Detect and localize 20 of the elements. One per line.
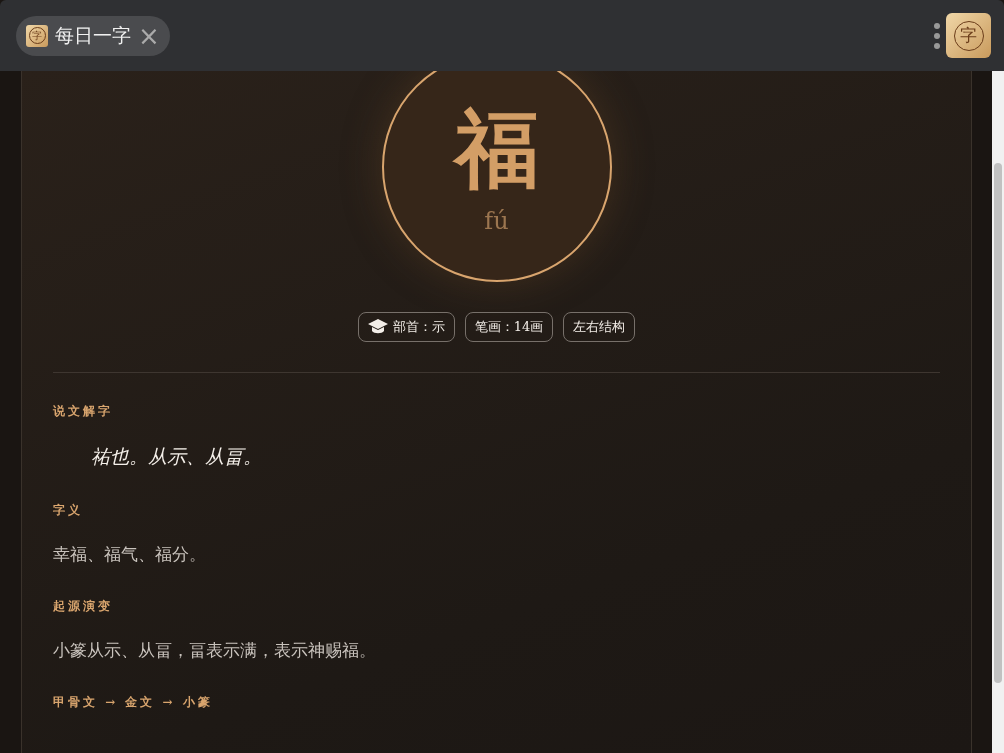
close-button[interactable]: ×: [138, 22, 160, 49]
tab-title: 每日一字: [55, 22, 131, 48]
app-tab[interactable]: 字 每日一字 ×: [16, 15, 170, 56]
character-glyph: 福: [454, 107, 539, 191]
more-menu-icon[interactable]: [934, 22, 940, 49]
section-text: 幸福、福气、福分。: [53, 543, 207, 566]
pinyin-text: fú: [484, 207, 509, 235]
tag-text: 左右结构: [573, 318, 626, 336]
section-heading: 起源演变: [53, 598, 114, 615]
section-heading: 说文解字: [53, 403, 114, 420]
app-logo-button[interactable]: 字: [946, 13, 991, 58]
section-heading: 字义: [53, 502, 84, 519]
section-heading: 甲骨文 → 金文 → 小篆: [53, 694, 214, 711]
scrollbar-thumb[interactable]: [994, 163, 1002, 683]
quote-text: 祐也。从示、从畐。: [91, 444, 263, 469]
section-text: 小篆从示、从畐，畐表示满，表示神赐福。: [53, 639, 377, 662]
app-logo-icon: 字: [26, 24, 48, 47]
graduation-cap-icon: [367, 319, 388, 335]
tag-text: 笔画：14画: [474, 318, 544, 336]
tag-text: 部首：示: [392, 318, 445, 336]
